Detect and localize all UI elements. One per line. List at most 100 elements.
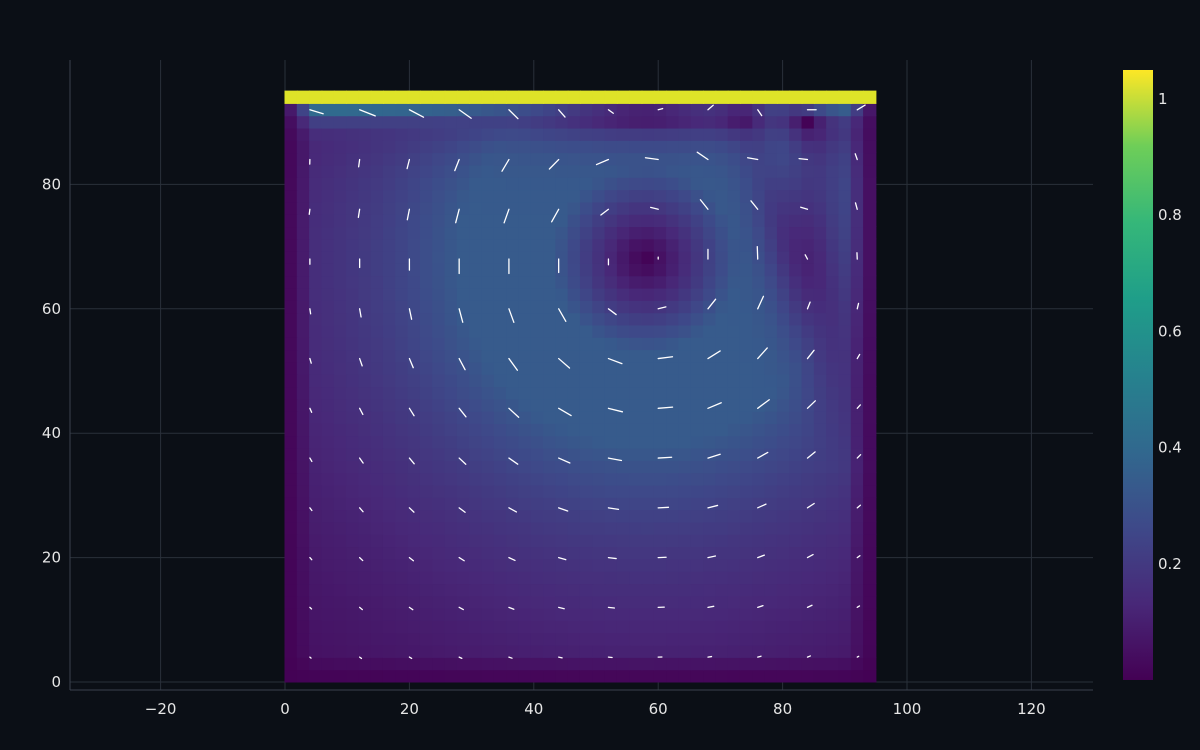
heatmap-cell [493,509,508,523]
heatmap-cell [715,644,729,658]
heatmap-cell [653,189,668,203]
heatmap-cell [370,386,384,400]
heatmap-cell [801,312,815,326]
heatmap-cell [346,459,360,474]
heatmap-cell [678,656,692,671]
heatmap-cell [481,644,495,658]
heatmap-cell [592,164,606,178]
heatmap-cell [604,324,618,338]
heatmap-cell [284,189,298,203]
heatmap-cell [653,410,668,424]
heatmap-cell [518,127,532,141]
heatmap-cell [567,386,581,400]
heatmap-cell [543,262,557,277]
heatmap-cell [419,189,434,203]
heatmap-cell [863,275,877,289]
heatmap-cell [567,115,581,129]
heatmap-cell [284,583,298,597]
heatmap-cell [543,275,557,289]
heatmap-cell [616,472,631,486]
heatmap-cell [506,595,520,609]
heatmap-cell [678,422,692,437]
heatmap-cell [370,472,384,486]
heatmap-cell [690,558,705,572]
heatmap-cell [309,459,323,474]
heatmap-cell [641,546,655,560]
heatmap-cell [284,176,298,191]
heatmap-cell [419,583,434,597]
heatmap-cell [838,176,852,191]
heatmap-cell [616,238,631,252]
heatmap-cell [653,275,668,289]
heatmap-cell [493,632,508,646]
heatmap-cell [346,324,360,338]
heatmap-cell [469,373,483,388]
heatmap-cell [530,336,545,351]
heatmap-cell [419,90,434,104]
heatmap-cell [321,644,335,658]
heatmap-cell [506,386,520,400]
heatmap-cell [543,447,557,461]
heatmap-cell [850,410,865,424]
heatmap-cell [370,287,384,301]
heatmap-cell [555,656,569,671]
heatmap-cell [727,287,741,301]
heatmap-cell [296,373,311,388]
heatmap-cell [555,546,569,560]
heatmap-cell [826,496,840,511]
heatmap-cell [493,102,508,117]
heatmap-cell [309,472,323,486]
heatmap-cell [346,386,360,400]
heatmap-cell [579,213,594,228]
heatmap-cell [592,226,606,240]
heatmap-cell [641,324,655,338]
heatmap-cell [678,632,692,646]
heatmap-cell [764,484,778,498]
heatmap-cell [444,496,458,511]
heatmap-cell [715,262,729,277]
heatmap-cell [358,189,372,203]
heatmap-cell [690,373,705,388]
heatmap-cell [616,410,631,424]
heatmap-cell [579,90,594,104]
heatmap-cell [309,226,323,240]
heatmap-cell [764,472,778,486]
heatmap-cell [727,570,741,585]
heatmap-cell [764,262,778,277]
heatmap-cell [284,644,298,658]
heatmap-cell [444,189,458,203]
heatmap-cell [666,570,680,585]
heatmap-cell [776,139,791,154]
heatmap-cell [739,250,754,264]
heatmap-cell [506,644,520,658]
heatmap-cell [850,583,865,597]
heatmap-cell [530,139,545,154]
heatmap-cell [567,262,581,277]
heatmap-cell [641,287,655,301]
heatmap-cell [395,275,409,289]
heatmap-cell [481,336,495,351]
heatmap-cell [444,546,458,560]
heatmap-cell [419,139,434,154]
heatmap-cell [407,521,421,535]
x-tick-label: 20 [400,700,419,718]
heatmap-cell [518,422,532,437]
heatmap-cell [690,410,705,424]
heatmap-cell [592,410,606,424]
heatmap-cell [543,361,557,375]
heatmap-cell [653,213,668,228]
heatmap-cell [321,361,335,375]
heatmap-cell [309,349,323,363]
heatmap-cell [296,410,311,424]
heatmap-cell [456,447,471,461]
heatmap-cell [666,496,680,511]
heatmap-cell [850,312,865,326]
heatmap-cell [592,250,606,264]
heatmap-cell [309,164,323,178]
heatmap [284,90,877,683]
heatmap-cell [715,250,729,264]
heatmap-cell [530,570,545,585]
heatmap-cell [346,558,360,572]
heatmap-cell [567,299,581,314]
heatmap-cell [444,435,458,449]
